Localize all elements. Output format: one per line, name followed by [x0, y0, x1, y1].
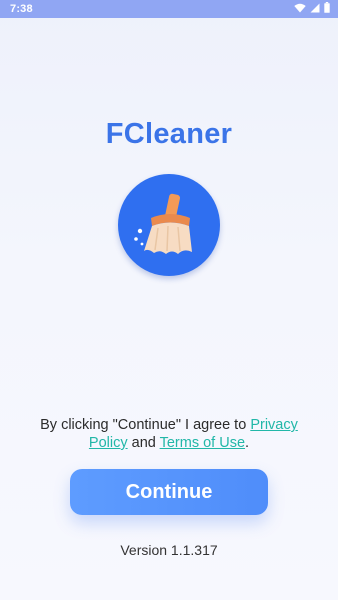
status-bar: 7:38 [0, 0, 338, 18]
app-title: FCleaner [105, 118, 233, 150]
terms-of-use-link[interactable]: Terms of Use [160, 435, 245, 451]
battery-icon [324, 2, 330, 13]
consent-text: By clicking "Continue" I agree to Privac… [20, 416, 318, 452]
wifi-icon [294, 3, 306, 12]
app-logo [118, 174, 220, 276]
continue-button[interactable]: Continue [70, 469, 268, 515]
consent-prefix: By clicking "Continue" I agree to [40, 417, 251, 433]
status-icons [294, 2, 330, 13]
consent-conjunction: and [127, 435, 160, 451]
version-label: Version 1.1.317 [120, 542, 218, 558]
status-time: 7:38 [10, 3, 33, 15]
consent-suffix: . [245, 435, 250, 451]
continue-button-label: Continue [125, 480, 213, 503]
broom-icon [134, 193, 192, 254]
signal-icon [310, 3, 320, 12]
